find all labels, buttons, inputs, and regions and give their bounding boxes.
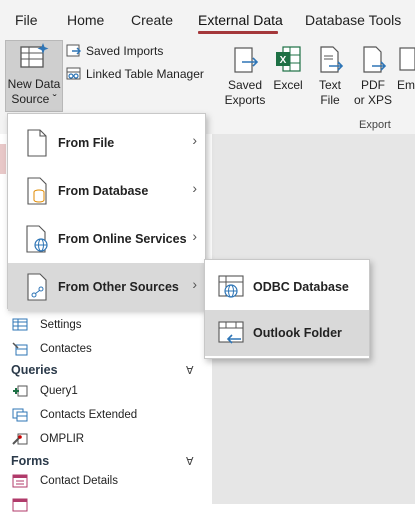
- new-data-source-label-2: Source ˇ: [11, 92, 57, 106]
- saved-imports-icon: [66, 44, 81, 57]
- linked-table-icon: [12, 342, 28, 356]
- tab-database-tools[interactable]: Database Tools: [305, 12, 401, 28]
- saved-exports-label-1: Saved: [227, 78, 263, 92]
- form-icon: [12, 498, 28, 512]
- tab-create[interactable]: Create: [131, 12, 173, 28]
- pdf-xps-label-1: PDF: [361, 78, 385, 92]
- nav-item-label: Contacts Extended: [40, 409, 138, 421]
- saved-exports-label-2: Exports: [224, 93, 266, 107]
- saved-imports-label: Saved Imports: [86, 44, 164, 58]
- excel-export-button[interactable]: X Excel: [271, 44, 305, 93]
- file-icon: [27, 129, 47, 157]
- tab-home[interactable]: Home: [67, 12, 104, 28]
- nav-item-label: Contactes: [40, 343, 92, 355]
- nav-query-omplir[interactable]: OMPLIR: [12, 432, 84, 446]
- excel-icon: X: [276, 46, 301, 72]
- submenu-arrow-icon: ›: [192, 228, 197, 244]
- nav-table-settings[interactable]: Settings: [12, 318, 82, 331]
- menu-item-label: From Online Services: [58, 232, 187, 246]
- new-data-source-menu: From File › From Database › From Online …: [7, 113, 206, 311]
- menu-item-label: From Other Sources: [58, 280, 179, 294]
- new-data-source-icon: [20, 43, 49, 68]
- ribbon-tab-bar: File Home Create External Data Database …: [0, 0, 415, 38]
- linked-table-manager-button[interactable]: Linked Table Manager: [66, 67, 204, 81]
- nav-query-query1[interactable]: Query1: [12, 384, 78, 398]
- forms-collapse-icon[interactable]: Ɐ: [186, 455, 194, 468]
- submenu-arrow-icon: ›: [192, 276, 197, 292]
- submenu-item-label: ODBC Database: [253, 280, 349, 294]
- email-icon: [399, 47, 415, 71]
- globe-icon: [26, 225, 48, 253]
- select-query-icon: [12, 408, 28, 422]
- nav-table-contactes[interactable]: Contactes: [12, 342, 92, 356]
- menu-item-label: From Database: [58, 184, 149, 198]
- other-sources-submenu: ODBC Database Outlook Folder: [204, 259, 370, 359]
- nav-pane-header-edge: [0, 144, 6, 174]
- new-data-source-label-1: New Data: [7, 77, 61, 91]
- queries-collapse-icon[interactable]: Ɐ: [186, 364, 194, 377]
- submenu-arrow-icon: ›: [192, 132, 197, 148]
- table-icon: [12, 318, 28, 331]
- pdf-xps-icon: [363, 46, 387, 73]
- menu-item-from-other-sources[interactable]: From Other Sources ›: [8, 263, 205, 311]
- update-query-icon: [12, 433, 28, 445]
- menu-item-outlook-folder[interactable]: Outlook Folder: [205, 310, 369, 356]
- append-query-icon: [13, 385, 28, 397]
- excel-label: Excel: [273, 78, 303, 92]
- new-data-source-button[interactable]: New Data Source ˇ: [5, 40, 63, 112]
- pdf-xps-export-button[interactable]: PDF or XPS: [352, 44, 394, 108]
- text-file-label-1: Text: [318, 78, 341, 92]
- text-file-label-2: File: [320, 93, 340, 107]
- nav-item-label: OMPLIR: [40, 433, 85, 445]
- email-label: Em: [397, 78, 415, 92]
- nav-item-label: Contact Details: [40, 475, 118, 487]
- menu-item-label: From File: [58, 136, 115, 150]
- tab-external-data[interactable]: External Data: [198, 12, 283, 28]
- linked-table-manager-label: Linked Table Manager: [86, 67, 204, 81]
- linked-table-manager-icon: [66, 67, 81, 80]
- pdf-xps-label-2: or XPS: [353, 93, 392, 107]
- database-icon: [27, 177, 47, 205]
- submenu-arrow-icon: ›: [192, 180, 197, 196]
- tab-file[interactable]: File: [15, 12, 38, 28]
- nav-item-label: Query1: [40, 385, 78, 397]
- form-icon: [12, 474, 28, 488]
- menu-item-from-online-services[interactable]: From Online Services ›: [8, 215, 205, 263]
- submenu-item-label: Outlook Folder: [253, 326, 342, 340]
- svg-text:X: X: [280, 55, 287, 66]
- menu-item-from-file[interactable]: From File ›: [8, 119, 205, 167]
- text-file-icon: [320, 46, 344, 73]
- nav-form-partial[interactable]: [12, 498, 28, 512]
- nav-form-contact-details[interactable]: Contact Details: [12, 474, 118, 488]
- email-export-button[interactable]: Em: [397, 44, 415, 93]
- saved-exports-button[interactable]: Saved Exports: [222, 44, 268, 108]
- nav-group-queries[interactable]: Queries: [11, 363, 58, 377]
- saved-imports-button[interactable]: Saved Imports: [66, 44, 163, 58]
- other-sources-icon: [27, 273, 47, 301]
- text-file-export-button[interactable]: Text File: [313, 44, 347, 108]
- active-tab-indicator: [198, 31, 278, 34]
- export-group-label: Export: [359, 119, 391, 131]
- nav-item-label: Settings: [40, 318, 82, 331]
- menu-item-odbc-database[interactable]: ODBC Database: [205, 264, 369, 310]
- outlook-folder-icon: [218, 321, 244, 344]
- nav-query-contacts-extended[interactable]: Contacts Extended: [12, 408, 137, 422]
- saved-exports-icon: [234, 47, 259, 73]
- menu-item-from-database[interactable]: From Database ›: [8, 167, 205, 215]
- nav-group-forms[interactable]: Forms: [11, 454, 49, 468]
- odbc-database-icon: [218, 275, 244, 298]
